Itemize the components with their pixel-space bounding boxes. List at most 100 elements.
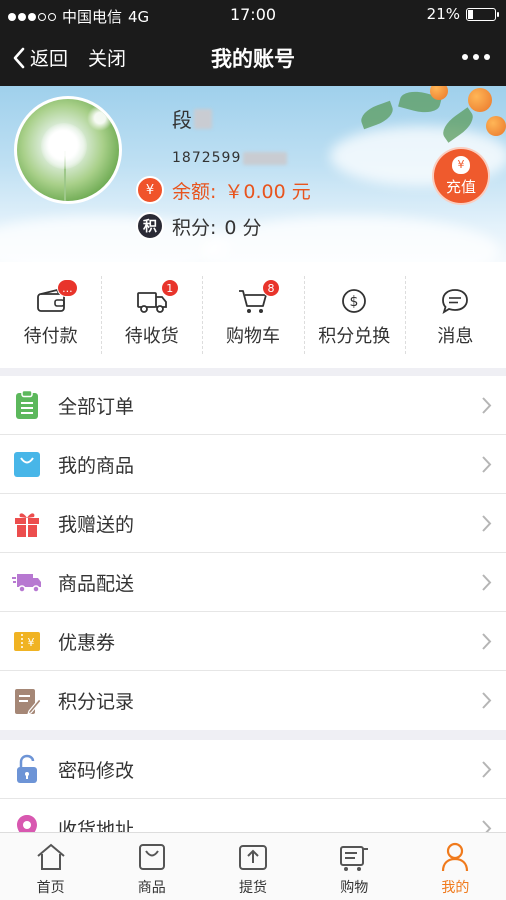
profile-header: 段 1872599 ¥ 余额: ￥0.00 元 积 积分: 0 分 ¥ 充值 (0, 86, 506, 262)
badge: 1 (160, 279, 179, 297)
menu-label: 积分记录 (58, 691, 135, 713)
svg-text:¥: ¥ (28, 636, 35, 649)
avatar[interactable] (14, 96, 122, 204)
menu-group-account: 密码修改 收货地址 (0, 740, 506, 832)
chevron-right-icon (482, 633, 492, 650)
menu-item-my-gifts[interactable]: 我赠送的 (0, 494, 506, 553)
status-bar: 中国电信 4G 17:00 21% (0, 0, 506, 30)
clipboard-icon (10, 388, 44, 422)
back-button[interactable]: 返回 (12, 44, 68, 71)
quick-actions: ... 待付款 1 待收货 8 购物车 $ 积分兑换 消息 (0, 262, 506, 368)
nav-bar: 返回 关闭 我的账号 (0, 30, 506, 86)
wallet-icon: ... (34, 279, 78, 316)
tab-products[interactable]: 商品 (101, 833, 202, 900)
coupon-icon: ¥ (10, 624, 44, 658)
close-button[interactable]: 关闭 (88, 44, 126, 71)
upload-icon (239, 845, 267, 870)
quick-cart[interactable]: 8 购物车 (202, 262, 303, 368)
menu-label: 商品配送 (58, 572, 135, 595)
tab-shopping[interactable]: 购物 (304, 833, 405, 900)
back-label: 返回 (30, 48, 69, 70)
user-phone: 1872599 (172, 150, 288, 166)
fruit-decoration (430, 86, 448, 100)
tab-label: 我的 (441, 880, 470, 896)
battery-area: 21% (426, 5, 499, 23)
menu-item-change-password[interactable]: 密码修改 (0, 740, 506, 799)
chevron-right-icon (482, 820, 492, 832)
leaf-decoration (357, 100, 397, 130)
tab-mine[interactable]: 我的 (405, 833, 506, 900)
user-name: 段 (172, 104, 212, 133)
menu-item-delivery[interactable]: 商品配送 (0, 553, 506, 612)
tab-label: 首页 (36, 880, 65, 896)
user-name-text: 段 (172, 108, 192, 132)
tab-pickup[interactable]: 提货 (202, 833, 303, 900)
fruit-decoration (468, 88, 492, 112)
balance-value: ￥0.00 元 (224, 180, 311, 203)
tab-label: 提货 (239, 880, 267, 896)
menu-group-orders: 全部订单 我的商品 我赠送的 商品配送 ¥ 优惠券 积分记录 (0, 376, 506, 730)
home-icon (36, 843, 65, 870)
quick-label: 消息 (437, 326, 474, 347)
location-icon (10, 812, 44, 832)
chevron-right-icon (482, 761, 492, 778)
menu-label: 收货地址 (58, 819, 135, 832)
recharge-button[interactable]: ¥ 充值 (432, 147, 490, 205)
lock-icon (10, 752, 44, 786)
balance-label: 余额: (172, 180, 217, 203)
svg-text:$: $ (350, 294, 359, 310)
chevron-right-icon (482, 515, 492, 532)
battery-icon (466, 7, 499, 21)
chevron-right-icon (482, 456, 492, 473)
gift-icon (10, 506, 44, 540)
quick-label: 积分兑换 (318, 326, 391, 347)
more-options-icon[interactable] (462, 54, 490, 60)
menu-item-shipping-address[interactable]: 收货地址 (0, 799, 506, 832)
cart-icon (340, 846, 369, 871)
quick-label: 购物车 (226, 326, 280, 347)
fruit-decoration (486, 116, 506, 136)
truck-icon: 1 (135, 279, 179, 316)
tab-label: 商品 (137, 880, 166, 896)
recharge-label: 充值 (445, 177, 476, 196)
quick-pending-receipt[interactable]: 1 待收货 (101, 262, 202, 368)
shopping-bag-icon (10, 447, 44, 481)
points-icon: 积 (136, 212, 164, 240)
menu-item-points-history[interactable]: 积分记录 (0, 671, 506, 730)
money-bag-icon: ¥ (136, 176, 164, 204)
chevron-left-icon (13, 47, 25, 68)
menu-label: 优惠券 (58, 631, 116, 654)
menu-item-my-products[interactable]: 我的商品 (0, 435, 506, 494)
money-bag-icon: ¥ (452, 155, 470, 174)
menu-label: 密码修改 (58, 759, 135, 782)
quick-messages[interactable]: 消息 (404, 262, 506, 368)
chevron-right-icon (482, 692, 492, 709)
redacted-mark (194, 108, 212, 129)
coin-icon: $ (337, 286, 371, 316)
delivery-truck-icon (10, 565, 44, 599)
quick-points-exchange[interactable]: $ 积分兑换 (303, 262, 405, 368)
balance-row: ¥ 余额: ￥0.00 元 (136, 176, 311, 204)
cart-icon: 8 (236, 279, 280, 316)
badge: 8 (262, 279, 280, 297)
badge: ... (57, 279, 78, 297)
battery-percent: 21% (426, 5, 460, 23)
menu-label: 我的商品 (58, 454, 135, 477)
tab-label: 购物 (340, 880, 369, 896)
menu-item-coupons[interactable]: ¥ 优惠券 (0, 612, 506, 671)
quick-pending-payment[interactable]: ... 待付款 (0, 262, 101, 368)
chevron-right-icon (482, 574, 492, 591)
bag-icon (138, 844, 165, 870)
quick-label: 待付款 (23, 326, 78, 347)
redacted-mark (243, 151, 288, 165)
points-row: 积 积分: 0 分 (136, 212, 262, 240)
page-title: 我的账号 (211, 47, 295, 71)
tab-bar: 首页 商品 提货 购物 我的 (0, 832, 506, 900)
menu-item-all-orders[interactable]: 全部订单 (0, 376, 506, 435)
quick-label: 待收货 (124, 326, 179, 347)
menu-label: 我赠送的 (58, 513, 135, 536)
note-edit-icon (10, 684, 44, 718)
tab-home[interactable]: 首页 (0, 833, 101, 900)
points-label: 积分: (172, 216, 217, 239)
chevron-right-icon (482, 397, 492, 414)
